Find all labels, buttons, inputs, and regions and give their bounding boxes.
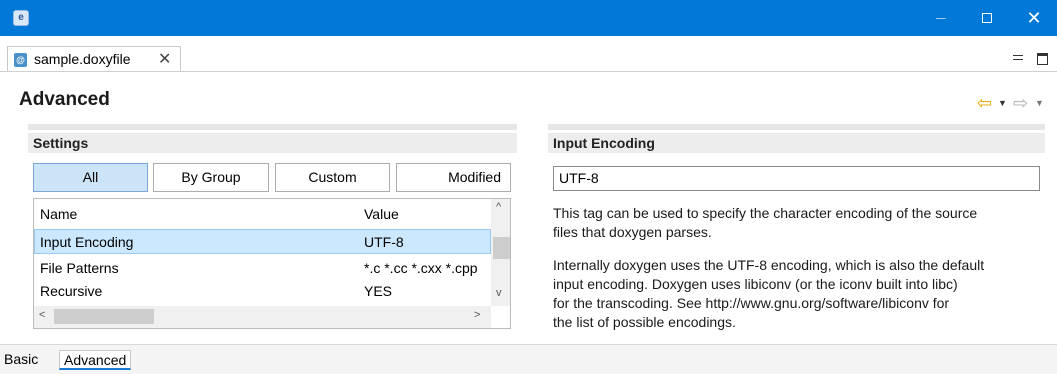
scroll-up-icon[interactable]: ^ <box>496 201 501 213</box>
forward-history-dropdown-icon[interactable]: ▼ <box>1035 98 1044 108</box>
table-row[interactable]: Recursive YES <box>34 279 491 304</box>
forward-arrow-icon[interactable]: ⇨ <box>1013 93 1028 114</box>
editor-tab-label: sample.doxyfile <box>34 51 131 67</box>
setting-name: Input Encoding <box>40 234 134 250</box>
view-maximize-icon[interactable] <box>1037 53 1048 65</box>
description-paragraph-1: This tag can be used to specify the char… <box>553 204 1048 242</box>
description-line: Internally doxygen uses the UTF-8 encodi… <box>553 257 985 273</box>
setting-value: UTF-8 <box>364 234 404 250</box>
settings-table[interactable]: Name Value Input Encoding UTF-8 File Pat… <box>33 198 511 329</box>
setting-name: Recursive <box>40 283 103 299</box>
page-tab-basic[interactable]: Basic <box>4 350 38 370</box>
setting-name: File Patterns <box>40 260 119 276</box>
close-tab-icon[interactable]: ✕ <box>158 49 171 69</box>
back-history-dropdown-icon[interactable]: ▼ <box>998 98 1007 108</box>
setting-value: YES <box>364 283 393 299</box>
settings-section-rule <box>28 124 517 130</box>
table-header-row: Name Value <box>34 202 491 227</box>
description-line: files that doxygen parses. <box>553 224 712 240</box>
maximize-icon <box>982 13 992 23</box>
column-header-name[interactable]: Name <box>40 202 77 227</box>
table-row[interactable]: File Patterns *.c *.cc *.cxx *.cpp <box>34 256 491 281</box>
horizontal-scroll-thumb[interactable] <box>54 309 154 324</box>
vertical-scroll-thumb[interactable] <box>493 237 510 259</box>
page-tab-advanced[interactable]: Advanced <box>59 350 132 370</box>
description-paragraph-2: Internally doxygen uses the UTF-8 encodi… <box>553 256 1048 344</box>
maximize-button[interactable] <box>964 0 1010 36</box>
settings-section-header: Settings <box>28 133 517 153</box>
minimize-button[interactable] <box>918 0 964 36</box>
scroll-left-icon[interactable]: < <box>39 309 45 321</box>
scroll-right-icon[interactable]: > <box>474 309 480 321</box>
setting-value: *.c *.cc *.cxx *.cpp <box>364 260 478 276</box>
view-minimize-icon[interactable] <box>1013 55 1023 60</box>
back-arrow-icon[interactable]: ⇦ <box>977 93 992 114</box>
description-line: the list of possible encodings. <box>553 314 736 330</box>
close-window-button[interactable]: ✕ <box>1011 0 1057 36</box>
detail-section-header: Input Encoding <box>548 133 1045 153</box>
filter-all-button[interactable]: All <box>33 163 148 192</box>
horizontal-scrollbar[interactable]: < > <box>34 306 491 328</box>
tab-bar-divider <box>0 71 1057 72</box>
page-tab-bar <box>0 344 1057 374</box>
scroll-down-icon[interactable]: v <box>496 287 502 299</box>
window-titlebar[interactable]: e ✕ <box>0 0 1057 36</box>
column-header-value[interactable]: Value <box>364 202 399 227</box>
filter-custom-button[interactable]: Custom <box>275 163 390 192</box>
table-row[interactable]: Input Encoding UTF-8 <box>34 229 491 254</box>
description-line: for the transcoding. See http://www.gnu.… <box>553 295 950 311</box>
vertical-scrollbar[interactable]: ^ v <box>491 199 510 306</box>
detail-section-rule <box>548 124 1045 130</box>
minimize-icon <box>936 18 946 19</box>
doxyfile-icon: @ <box>14 53 27 67</box>
description-line: This tag can be used to specify the char… <box>553 205 978 221</box>
filter-modified-button[interactable]: Modified <box>396 163 511 192</box>
filter-by-group-button[interactable]: By Group <box>153 163 269 192</box>
page-title: Advanced <box>19 89 110 110</box>
setting-value-field[interactable]: UTF-8 <box>553 166 1040 191</box>
editor-tab-sample-doxyfile[interactable]: @ sample.doxyfile ✕ <box>7 46 181 72</box>
description-line: input encoding. Doxygen uses libiconv (o… <box>553 276 958 292</box>
eclipse-app-icon: e <box>13 10 29 26</box>
